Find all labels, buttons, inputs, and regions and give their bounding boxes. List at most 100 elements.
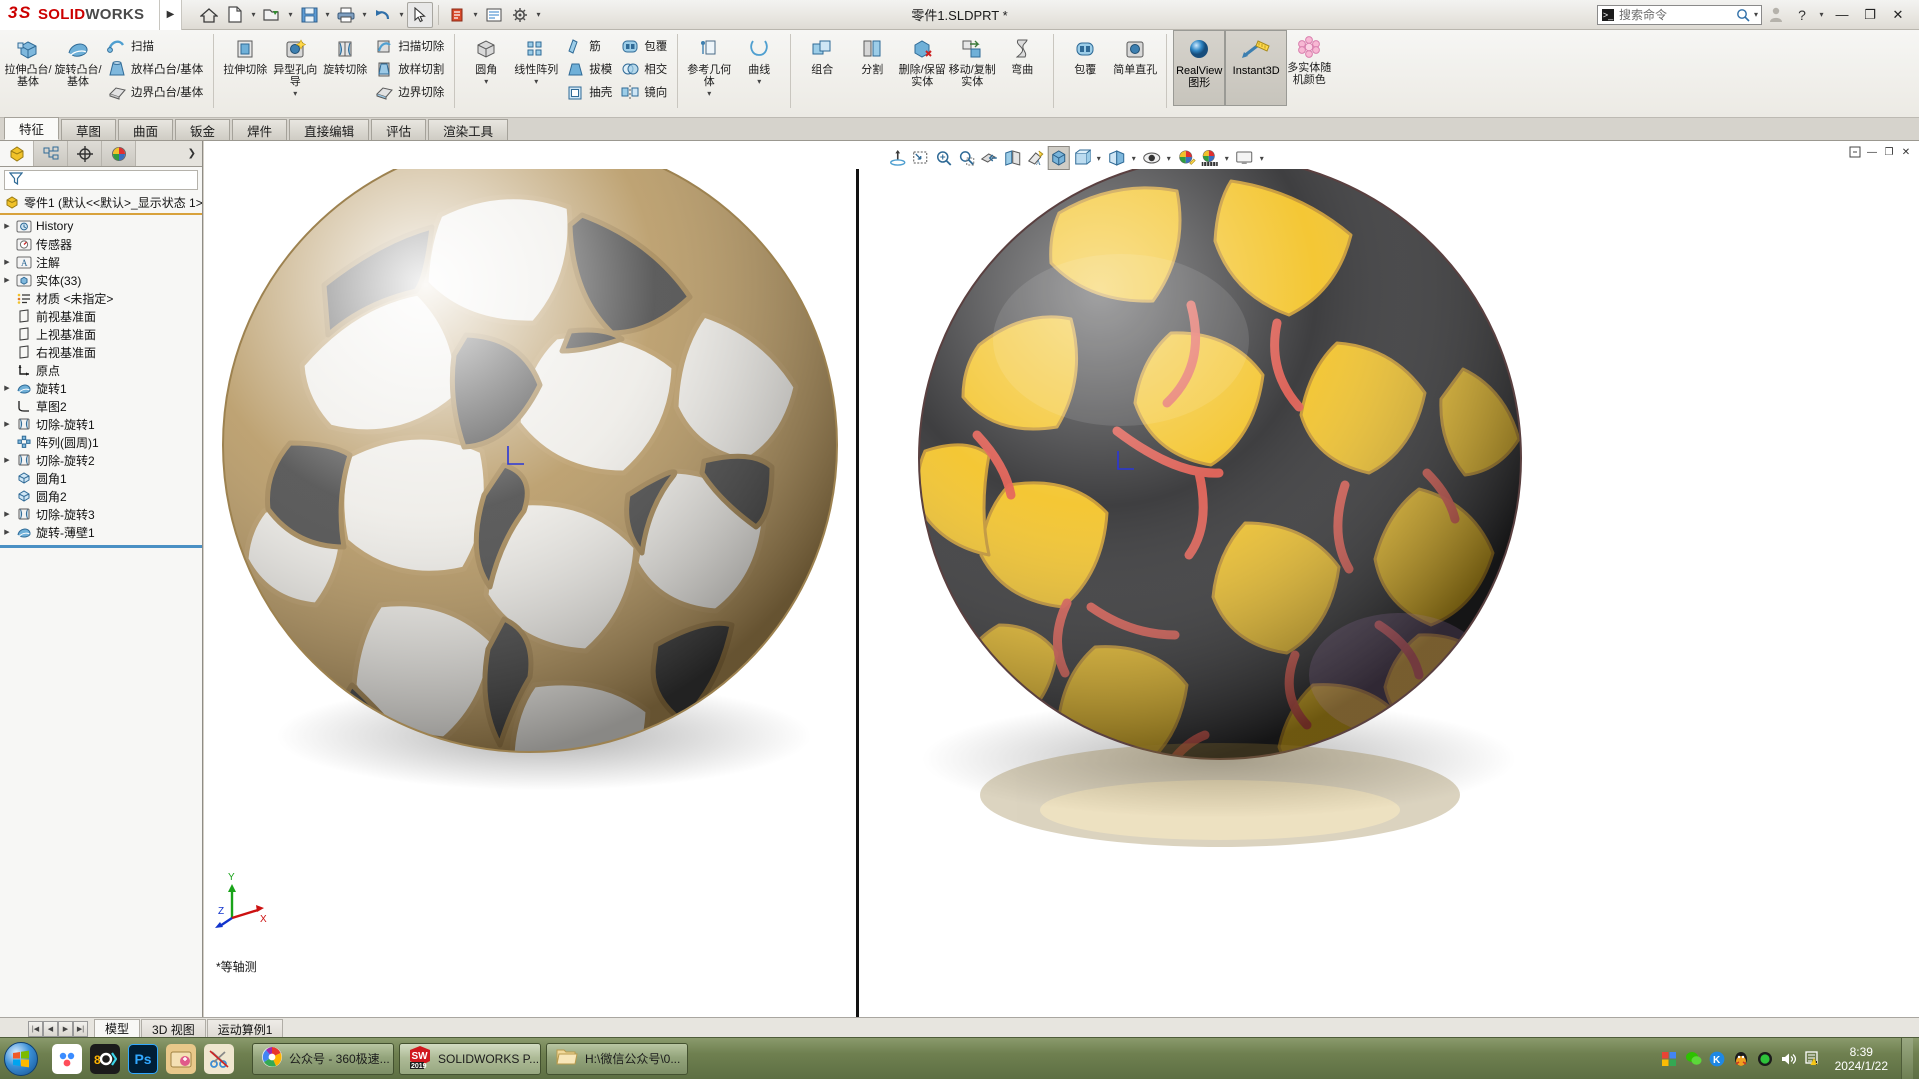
extrude-cut-button[interactable]: 拉伸切除 bbox=[220, 32, 270, 106]
tree-item-cut-revolve3[interactable]: ▶ 切除-旋转3 bbox=[0, 505, 202, 523]
tree-item-fillet2[interactable]: 圆角2 bbox=[0, 487, 202, 505]
appearance-icon[interactable] bbox=[1175, 146, 1197, 170]
model-viewport[interactable]: Y X Z *等轴测 bbox=[204, 169, 1919, 1017]
print-caret[interactable]: ▾ bbox=[359, 2, 370, 28]
zoom-to-fit-section-icon[interactable] bbox=[886, 146, 908, 170]
display-style-icon[interactable] bbox=[1070, 146, 1092, 170]
undo-caret[interactable]: ▾ bbox=[396, 2, 407, 28]
doc-minimize-button[interactable]: — bbox=[1865, 145, 1879, 159]
expand-arrow-icon[interactable]: ▶ bbox=[0, 420, 14, 428]
tree-item-origin[interactable]: 原点 bbox=[0, 361, 202, 379]
tree-item-revolve-thin1[interactable]: ▶ 旋转-薄壁1 bbox=[0, 523, 202, 541]
section-view-icon[interactable] bbox=[978, 146, 1000, 170]
realview-graphics-button[interactable]: RealView 图形 bbox=[1173, 30, 1226, 106]
fillet-caret[interactable]: ▾ bbox=[461, 77, 511, 86]
windows-start-orb-icon[interactable] bbox=[4, 1041, 38, 1076]
view-orientation-pane-icon[interactable] bbox=[1001, 146, 1023, 170]
tree-item-revolve1[interactable]: ▶ 旋转1 bbox=[0, 379, 202, 397]
taskbar-button-solidworks[interactable]: SW 2019 SOLIDWORKS P... bbox=[399, 1042, 541, 1075]
reference-geometry-button[interactable]: 参考几何体 ▾ bbox=[684, 32, 734, 106]
curves-button[interactable]: 曲线 ▾ bbox=[734, 32, 784, 106]
restore-button[interactable]: ❐ bbox=[1857, 2, 1883, 28]
volume-icon[interactable] bbox=[1781, 1050, 1798, 1067]
tab-direct-editing[interactable]: 直接编辑 bbox=[289, 119, 370, 140]
doc-tab-motion-study[interactable]: 运动算例1 bbox=[206, 1018, 284, 1039]
display-style-caret[interactable]: ▾ bbox=[1093, 146, 1104, 170]
random-body-colors-button[interactable]: 多实体随机颜色 bbox=[1287, 30, 1331, 104]
draft-quality-icon[interactable]: A bbox=[1024, 146, 1046, 170]
feature-filter-bar[interactable] bbox=[4, 170, 198, 190]
graphics-area[interactable]: A ▾ ▾ ▾ ▾ ▾ — ❐ ✕ Y X Z *等轴测 bbox=[204, 141, 1919, 1017]
new-document-icon[interactable] bbox=[222, 2, 248, 28]
intersect-button[interactable]: 相交 bbox=[616, 58, 671, 80]
account-icon[interactable] bbox=[1764, 3, 1788, 27]
menu-expand-arrow[interactable]: ▶ bbox=[160, 0, 182, 30]
tab-prev-button[interactable]: ◀ bbox=[43, 1020, 58, 1037]
tab-sheet-metal[interactable]: 钣金 bbox=[175, 119, 231, 140]
reference-geometry-caret[interactable]: ▾ bbox=[684, 89, 734, 98]
tree-item-top-plane[interactable]: 上视基准面 bbox=[0, 325, 202, 343]
action-center-icon[interactable] bbox=[1805, 1050, 1822, 1067]
view-orientation-icon[interactable] bbox=[1047, 146, 1070, 170]
move-copy-body-button[interactable]: 移动/复制实体 bbox=[947, 32, 997, 106]
wechat-icon[interactable] bbox=[1685, 1050, 1702, 1067]
kingsoft-icon[interactable]: K bbox=[1709, 1050, 1726, 1067]
soccer-ball-black-white[interactable] bbox=[204, 169, 856, 1017]
close-button[interactable]: ✕ bbox=[1885, 2, 1911, 28]
sweep-button[interactable]: 扫描 bbox=[103, 35, 207, 57]
expand-arrow-icon[interactable]: ▶ bbox=[0, 528, 14, 536]
open-document-caret[interactable]: ▾ bbox=[285, 2, 296, 28]
expand-arrow-icon[interactable]: ▶ bbox=[0, 456, 14, 464]
photoshop-icon[interactable]: Ps bbox=[128, 1043, 158, 1074]
tree-item-fillet1[interactable]: 圆角1 bbox=[0, 469, 202, 487]
viewport-pane-left[interactable]: Y X Z *等轴测 bbox=[204, 169, 856, 1017]
tab-weldments[interactable]: 焊件 bbox=[232, 119, 288, 140]
scene-icon[interactable] bbox=[1198, 146, 1220, 170]
viewport-pane-right[interactable] bbox=[859, 169, 1919, 1017]
property-manager-tab[interactable] bbox=[34, 141, 68, 166]
select-pointer-icon[interactable] bbox=[407, 1, 433, 28]
combine-button[interactable]: 组合 bbox=[797, 32, 847, 106]
view-settings-icon[interactable] bbox=[1233, 146, 1255, 170]
qq-icon[interactable] bbox=[1733, 1050, 1750, 1067]
tree-item-history[interactable]: ▶ History bbox=[0, 217, 202, 235]
view-settings-caret[interactable]: ▾ bbox=[1256, 146, 1267, 170]
flex-button[interactable]: 弯曲 bbox=[997, 32, 1047, 106]
picture-folder-icon[interactable] bbox=[166, 1043, 196, 1074]
rebuild-caret[interactable]: ▾ bbox=[470, 2, 481, 28]
tab-next-button[interactable]: ▶ bbox=[58, 1020, 73, 1037]
tree-item-material[interactable]: 材质 <未指定> bbox=[0, 289, 202, 307]
tree-item-cut-revolve1[interactable]: ▶ 切除-旋转1 bbox=[0, 415, 202, 433]
hole-wizard-button[interactable]: 异型孔向导 ▾ bbox=[270, 32, 320, 106]
revolve-boss-button[interactable]: 旋转凸台/基体 bbox=[53, 32, 103, 106]
hole-wizard-caret[interactable]: ▾ bbox=[270, 89, 320, 98]
minimize-button[interactable]: — bbox=[1829, 2, 1855, 28]
display-manager-tab[interactable] bbox=[102, 141, 136, 166]
rebuild-icon[interactable] bbox=[444, 2, 470, 28]
help-icon[interactable]: ? bbox=[1790, 3, 1814, 27]
expand-arrow-icon[interactable]: ▶ bbox=[0, 258, 14, 266]
viewport-divider[interactable] bbox=[856, 169, 859, 1017]
swept-cut-button[interactable]: 扫描切除 bbox=[370, 35, 448, 57]
instant3d-button[interactable]: Instant3D bbox=[1225, 30, 1288, 106]
tree-item-sketch2[interactable]: 草图2 bbox=[0, 397, 202, 415]
pin-button[interactable] bbox=[1848, 145, 1862, 159]
home-icon[interactable] bbox=[196, 2, 222, 28]
split-button[interactable]: 分割 bbox=[847, 32, 897, 106]
tree-item-solid-bodies[interactable]: ▶ 实体(33) bbox=[0, 271, 202, 289]
tab-features[interactable]: 特征 bbox=[4, 117, 60, 140]
tab-first-button[interactable]: |◀ bbox=[28, 1020, 43, 1037]
expand-arrow-icon[interactable]: ▶ bbox=[0, 384, 14, 392]
tab-last-button[interactable]: ▶| bbox=[73, 1020, 88, 1037]
revolve-cut-button[interactable]: 旋转切除 bbox=[320, 32, 370, 106]
search-caret[interactable]: ▾ bbox=[1754, 10, 1758, 19]
snipping-tool-icon[interactable] bbox=[204, 1043, 234, 1074]
settings-gear-icon[interactable] bbox=[507, 2, 533, 28]
simple-hole-button[interactable]: 简单直孔 bbox=[1110, 32, 1160, 106]
boundary-boss-button[interactable]: 边界凸台/基体 bbox=[103, 81, 207, 103]
zoom-area-icon[interactable] bbox=[909, 146, 931, 170]
taskbar-clock[interactable]: 8:39 2024/1/22 bbox=[1829, 1045, 1894, 1073]
doc-tab-3d-views[interactable]: 3D 视图 bbox=[141, 1018, 206, 1039]
rib-button[interactable]: 筋 bbox=[561, 35, 616, 57]
tree-item-front-plane[interactable]: 前视基准面 bbox=[0, 307, 202, 325]
